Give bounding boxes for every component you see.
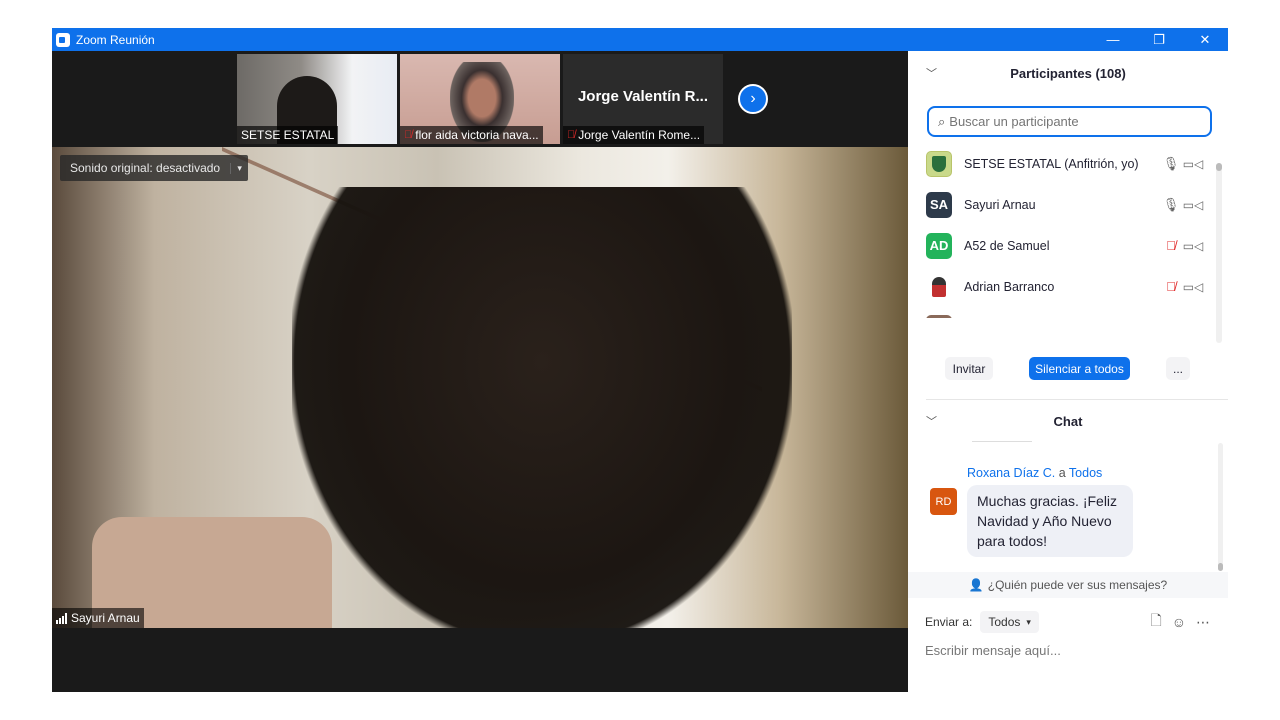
thumbnail-setse[interactable]: SETSE ESTATAL bbox=[237, 54, 397, 144]
sender-avatar: RD bbox=[930, 488, 957, 515]
camera-icon[interactable]: ▭◁ bbox=[1182, 280, 1204, 294]
mic-icon[interactable]: 🎙 bbox=[1160, 197, 1182, 213]
thumbnail-label: SETSE ESTATAL bbox=[237, 126, 339, 144]
participant-name: SETSE ESTATAL (Anfitrión, yo) bbox=[964, 156, 1139, 171]
speaker-name: Sayuri Arnau bbox=[71, 611, 140, 625]
emoji-icon[interactable]: ☺ bbox=[1172, 614, 1186, 630]
participant-row[interactable] bbox=[908, 307, 1216, 318]
participant-row[interactable]: SETSE ESTATAL (Anfitrión, yo) 🎙 ▭◁ bbox=[908, 143, 1216, 184]
video-area: SETSE ESTATAL 🎙̸ flor aida victoria nava… bbox=[52, 51, 908, 692]
participant-name: A52 de Samuel bbox=[964, 238, 1050, 253]
mic-muted-icon[interactable]: 🎙̸ bbox=[1160, 238, 1182, 253]
participant-name: Sayuri Arnau bbox=[964, 197, 1036, 212]
minimize-button[interactable]: — bbox=[1090, 28, 1136, 51]
window-title: Zoom Reunión bbox=[76, 32, 155, 47]
participant-row[interactable]: Adrian Barranco 🎙̸ ▭◁ bbox=[908, 266, 1216, 307]
chat-message-input[interactable] bbox=[925, 639, 1215, 661]
mic-muted-icon[interactable]: 🎙̸ bbox=[1160, 279, 1182, 294]
camera-icon[interactable]: ▭◁ bbox=[1182, 157, 1204, 171]
who-can-see-text: ¿Quién puede ver sus mensajes? bbox=[987, 578, 1168, 592]
mute-all-button[interactable]: Silenciar a todos bbox=[1029, 357, 1130, 380]
avatar bbox=[926, 314, 952, 318]
message-bubble: Muchas gracias. ¡Feliz Navidad y Año Nue… bbox=[967, 485, 1133, 557]
participant-row[interactable]: AD A52 de Samuel 🎙̸ ▭◁ bbox=[908, 225, 1216, 266]
search-input[interactable] bbox=[949, 114, 1190, 129]
thumbnail-flor[interactable]: 🎙̸ flor aida victoria nava... bbox=[400, 54, 560, 144]
more-options-icon[interactable]: ⋯ bbox=[1196, 614, 1210, 631]
title-bar: Zoom Reunión — ❐ ✕ bbox=[52, 28, 1228, 51]
chat-title: Chat bbox=[1053, 413, 1083, 429]
invite-button[interactable]: Invitar bbox=[945, 357, 993, 380]
participant-actions: Invitar Silenciar a todos ... bbox=[908, 357, 1228, 381]
zoom-logo-icon bbox=[56, 32, 70, 47]
avatar bbox=[926, 273, 952, 300]
send-to-label: Enviar a: bbox=[925, 615, 973, 629]
chevron-down-icon[interactable]: ﹀ bbox=[926, 65, 937, 81]
chat-messages: Roxana Díaz C. a Todos RD Muchas gracias… bbox=[908, 441, 1228, 571]
search-icon: ⌕ bbox=[938, 113, 946, 129]
message-connector: a bbox=[1058, 466, 1066, 480]
send-to-row: Enviar a: Todos ▾ bbox=[925, 611, 1039, 633]
message-sender[interactable]: Roxana Díaz C. bbox=[967, 466, 1055, 480]
zoom-window: Zoom Reunión — ❐ ✕ SETSE ESTATAL 🎙̸ flor… bbox=[52, 28, 1228, 692]
chevron-down-icon[interactable]: ▾ bbox=[230, 162, 248, 174]
message-recipient[interactable]: Todos bbox=[1069, 466, 1102, 480]
send-to-dropdown[interactable]: Todos ▾ bbox=[980, 611, 1039, 633]
close-button[interactable]: ✕ bbox=[1182, 28, 1228, 51]
more-button[interactable]: ... bbox=[1166, 357, 1190, 380]
avatar: AD bbox=[926, 232, 952, 259]
signal-strength-icon bbox=[56, 612, 67, 624]
character-avatar-icon bbox=[932, 276, 946, 297]
participants-header: ﹀ Participantes (108) bbox=[908, 51, 1228, 95]
side-panel: ﹀ Participantes (108) ⌕ SETSE ESTATAL (A… bbox=[908, 51, 1228, 692]
shield-logo-icon bbox=[932, 155, 946, 172]
mic-icon[interactable]: 🎙 bbox=[1160, 156, 1182, 172]
participant-row[interactable]: SA Sayuri Arnau 🎙 ▭◁ bbox=[908, 184, 1216, 225]
camera-icon[interactable]: ▭◁ bbox=[1182, 198, 1204, 212]
camera-icon[interactable]: ▭◁ bbox=[1182, 239, 1204, 253]
chat-tools: 🗋 ☺ ⋯ bbox=[1150, 611, 1210, 633]
send-to-value: Todos bbox=[988, 615, 1021, 629]
original-sound-label: Sonido original: desactivado bbox=[70, 161, 221, 175]
avatar bbox=[926, 150, 952, 177]
thumbnail-jorge[interactable]: Jorge Valentín R... 🎙̸ Jorge Valentín Ro… bbox=[563, 54, 723, 144]
restore-button[interactable]: ❐ bbox=[1136, 28, 1182, 51]
mic-muted-icon: 🎙̸ bbox=[404, 129, 413, 141]
file-icon[interactable]: 🗋 bbox=[1150, 610, 1161, 634]
thumbnail-label: 🎙̸ Jorge Valentín Rome... bbox=[563, 126, 705, 144]
active-speaker-video: Sonido original: desactivado ▾ Sayuri Ar… bbox=[52, 147, 908, 628]
chevron-down-icon[interactable]: ﹀ bbox=[926, 413, 937, 429]
thumbnail-label: 🎙̸ flor aida victoria nava... bbox=[400, 126, 543, 144]
person-info-icon: 👤 bbox=[968, 578, 984, 592]
participant-search[interactable]: ⌕ bbox=[927, 106, 1212, 137]
next-page-button[interactable]: › bbox=[738, 84, 768, 114]
participants-scrollbar[interactable] bbox=[1216, 163, 1222, 343]
who-can-see-link[interactable]: 👤 ¿Quién puede ver sus mensajes? bbox=[908, 572, 1228, 598]
speaker-person bbox=[292, 187, 792, 628]
chat-header: ﹀ Chat bbox=[908, 399, 1228, 443]
chat-scrollbar[interactable] bbox=[1218, 443, 1223, 571]
participant-list: SETSE ESTATAL (Anfitrión, yo) 🎙 ▭◁ SA Sa… bbox=[908, 143, 1216, 318]
speaker-name-tag: Sayuri Arnau bbox=[52, 608, 144, 628]
thumbnail-strip: SETSE ESTATAL 🎙̸ flor aida victoria nava… bbox=[52, 51, 908, 147]
original-sound-button[interactable]: Sonido original: desactivado ▾ bbox=[60, 155, 249, 181]
avatar: SA bbox=[926, 191, 952, 218]
message-separator bbox=[972, 441, 1032, 442]
participants-title: Participantes (108) bbox=[1010, 65, 1126, 81]
mic-muted-icon: 🎙̸ bbox=[567, 129, 576, 141]
thumbnail-name: Jorge Valentín R... bbox=[577, 88, 709, 105]
message-sender-line: Roxana Díaz C. a Todos bbox=[967, 466, 1102, 480]
participant-name: Adrian Barranco bbox=[964, 279, 1055, 294]
chevron-down-icon: ▾ bbox=[1026, 616, 1031, 627]
